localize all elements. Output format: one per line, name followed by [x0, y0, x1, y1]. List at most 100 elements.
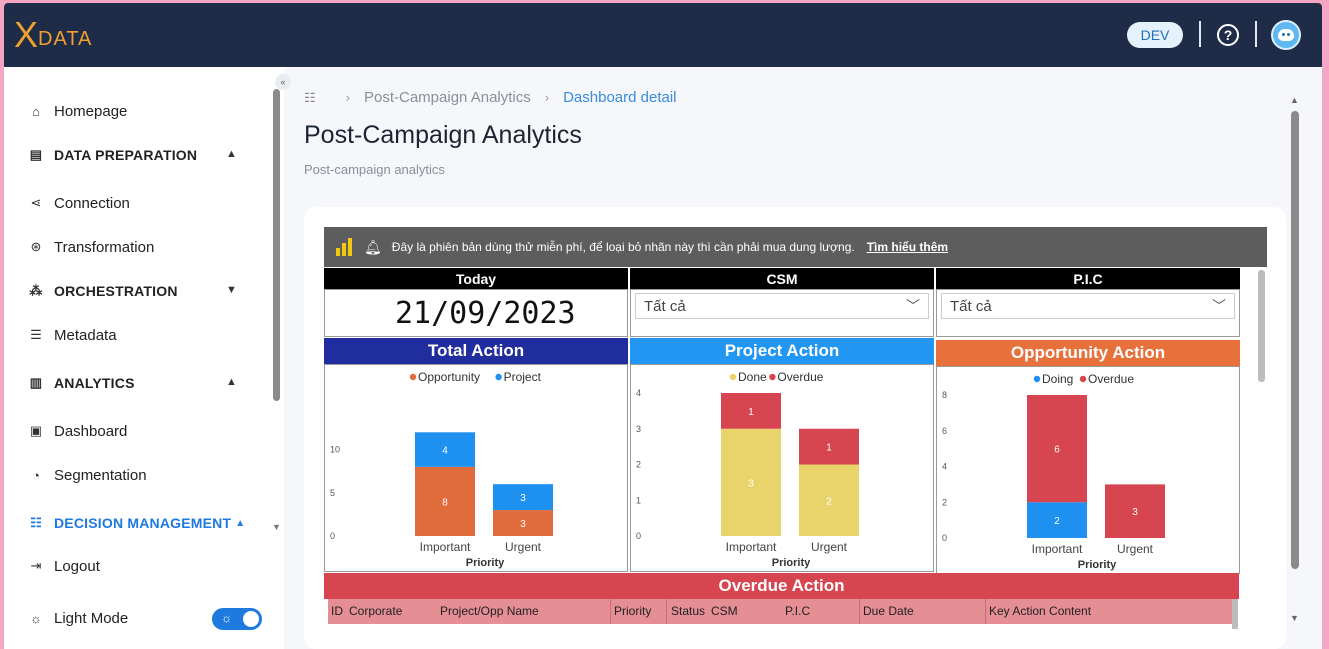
light-mode-toggle[interactable]: ☼ — [212, 608, 262, 630]
column-header[interactable]: ID — [331, 604, 343, 618]
column-header[interactable]: Priority — [614, 604, 651, 618]
pic-dropdown-value: Tất cả — [950, 297, 992, 315]
project-action-svg: Done Overdue 0 1 2 3 4 3 1 Important 2 1 UrgentPrior… — [636, 370, 859, 569]
column-header[interactable]: P.I.C — [785, 604, 810, 618]
pie-icon: ◔ — [32, 467, 40, 483]
sidebar-item-label: Homepage — [54, 102, 128, 120]
x-tick-label: Important — [420, 540, 471, 554]
sidebar-item-homepage[interactable]: ⌂ Homepage — [28, 100, 127, 122]
breadcrumb-current: Dashboard detail — [563, 89, 677, 106]
help-circle-icon[interactable]: ? — [1217, 24, 1239, 46]
sidebar-section-orchestration[interactable]: ⁂ ORCHESTRATION — [28, 280, 178, 302]
chevron-up-icon[interactable]: ▲ — [226, 376, 237, 388]
column-header[interactable]: Due Date — [863, 604, 914, 618]
today-header: Today — [324, 268, 628, 289]
data-label: 1 — [748, 407, 754, 418]
column-header[interactable]: Project/Opp Name — [440, 604, 539, 618]
environment-badge[interactable]: DEV — [1127, 22, 1183, 48]
data-label: 2 — [1054, 516, 1060, 527]
sidebar-item-label: Transformation — [54, 238, 155, 256]
logout-icon: ⇥ — [30, 558, 42, 573]
sidebar: « ⌂ Homepage ▤ DATA PREPARATION ▲ ⋖ Conn… — [4, 67, 291, 649]
sidebar-scrollbar[interactable] — [273, 89, 280, 401]
today-card: 21/09/2023 — [324, 289, 628, 337]
sidebar-section-data-preparation[interactable]: ▤ DATA PREPARATION — [28, 144, 197, 166]
legend-label: Done — [738, 370, 767, 384]
data-label: 3 — [1132, 507, 1138, 518]
x-axis-label: Priority — [772, 557, 811, 569]
csm-slicer-box: Tất cả ﹀ — [630, 289, 934, 337]
scroll-down-icon[interactable]: ▼ — [1290, 613, 1299, 623]
column-divider — [985, 599, 986, 624]
column-header[interactable]: CSM — [711, 604, 738, 618]
sidebar-item-metadata[interactable]: ☰ Metadata — [28, 324, 116, 346]
sidebar-item-label: Dashboard — [54, 422, 128, 440]
breadcrumb-home-icon[interactable]: ☷ — [304, 90, 316, 106]
sidebar-item-connection[interactable]: ⋖ Connection — [28, 192, 130, 214]
decision-icon: ☷ — [30, 515, 42, 530]
hierarchy-icon: ⁂ — [29, 283, 43, 298]
csm-dropdown[interactable]: Tất cả ﹀ — [635, 293, 929, 319]
total-action-chart: Opportunity Project 0 5 10 8 4 Important 3 3 Urgen… — [324, 364, 628, 572]
sidebar-item-logout[interactable]: ⇥ Logout — [28, 555, 100, 577]
x-axis-label: Priority — [466, 557, 505, 569]
data-label: 6 — [1054, 445, 1060, 456]
opportunity-action-svg: Doing Overdue 0 2 4 6 8 2 6 Important 3 UrgentPrior… — [942, 372, 1165, 571]
chevron-up-icon[interactable]: ▲ — [235, 518, 245, 529]
scroll-up-icon[interactable]: ▲ — [1290, 95, 1299, 105]
column-divider — [666, 599, 667, 624]
breadcrumb-item[interactable]: Post-Campaign Analytics — [364, 89, 531, 106]
column-header[interactable]: Corporate — [349, 604, 402, 618]
column-header[interactable]: Status — [671, 604, 705, 618]
legend-marker — [729, 373, 737, 381]
pic-header: P.I.C — [936, 268, 1240, 289]
column-header[interactable]: Key Action Content — [989, 604, 1091, 618]
main-scrollbar[interactable] — [1291, 111, 1299, 569]
page-title: Post-Campaign Analytics — [304, 121, 582, 149]
x-tick-label: Important — [1032, 542, 1083, 556]
sidebar-item-segmentation[interactable]: ◔ Segmentation — [28, 464, 147, 486]
overdue-table-scrollbar[interactable] — [1232, 599, 1238, 629]
learn-more-link[interactable]: Tìm hiểu thêm — [867, 240, 948, 254]
sidebar-section-decision-management[interactable]: ☷ DECISION MANAGEMENT ▲ — [28, 512, 245, 534]
sidebar-section-label: ORCHESTRATION — [54, 283, 178, 299]
y-tick-label: 4 — [942, 462, 947, 472]
main-content: ☷ › Post-Campaign Analytics › Dashboard … — [284, 67, 1322, 649]
user-avatar[interactable] — [1271, 20, 1301, 50]
sidebar-section-label: DECISION MANAGEMENT — [54, 515, 232, 531]
legend-marker — [409, 373, 417, 381]
project-action-title: Project Action — [630, 338, 934, 364]
x-tick-label: Urgent — [811, 540, 848, 554]
divider — [1199, 21, 1201, 47]
dashboard-icon: ▣ — [29, 423, 43, 438]
pic-dropdown[interactable]: Tất cả ﹀ — [941, 293, 1235, 319]
legend-label: Project — [504, 370, 542, 384]
sidebar-section-analytics[interactable]: ▥ ANALYTICS — [28, 372, 135, 394]
y-tick-label: 6 — [942, 426, 947, 436]
legend-label: Opportunity — [418, 370, 480, 384]
y-tick-label: 10 — [330, 445, 340, 455]
chevron-down-icon[interactable]: ▼ — [226, 284, 237, 296]
opportunity-action-title: Opportunity Action — [936, 340, 1240, 366]
legend-label: Overdue — [777, 370, 823, 384]
transform-icon: ⊛ — [30, 239, 42, 254]
chevron-up-icon[interactable]: ▲ — [226, 148, 237, 160]
sidebar-item-transformation[interactable]: ⊛ Transformation — [28, 236, 155, 258]
dashboard-card: 🔔︎ Đây là phiên bản dùng thử miễn phí, đ… — [304, 207, 1286, 649]
total-action-title: Total Action — [324, 338, 628, 364]
xdata-logo[interactable]: X DATA — [14, 14, 92, 55]
top-bar: X DATA DEV ? — [4, 3, 1322, 67]
sidebar-item-dashboard[interactable]: ▣ Dashboard — [28, 420, 128, 442]
legend-label: Overdue — [1088, 372, 1134, 386]
share-nodes-icon: ⋖ — [30, 195, 42, 210]
sidebar-scroll-down-icon[interactable]: ▼ — [272, 522, 281, 532]
report-scrollbar[interactable] — [1258, 270, 1265, 382]
page-subtitle: Post-campaign analytics — [304, 162, 445, 177]
breadcrumb: ☷ › Post-Campaign Analytics › Dashboard … — [304, 89, 677, 106]
column-divider — [610, 599, 611, 624]
legend-marker — [495, 373, 502, 381]
y-tick-label: 2 — [636, 460, 641, 470]
bell-icon: 🔔︎ — [364, 238, 382, 255]
data-label: 4 — [442, 446, 448, 457]
chevron-down-icon: ﹀ — [1212, 298, 1226, 314]
